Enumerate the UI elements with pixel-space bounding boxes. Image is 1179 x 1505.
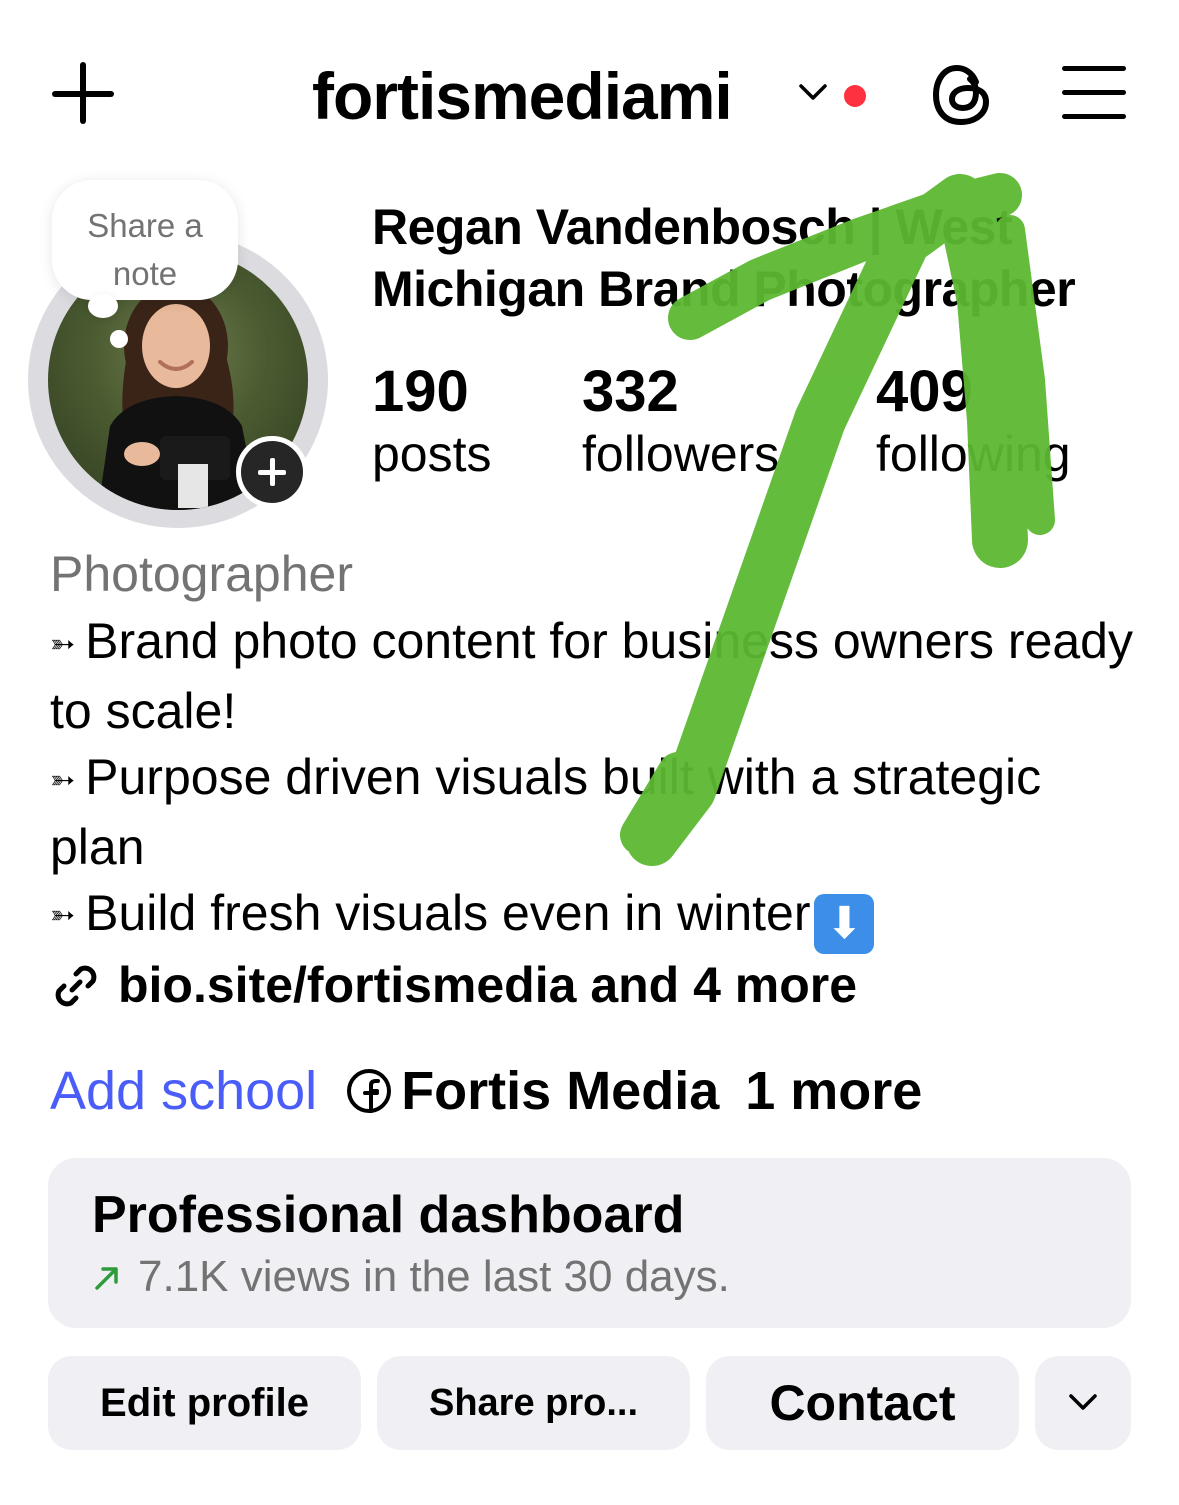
facebook-icon — [347, 1069, 392, 1113]
bio-text: ➳ Brand photo content for business owners… — [50, 608, 1140, 954]
link-icon — [55, 965, 97, 1007]
profile-full-name: Regan Vandenbosch | West Michigan Brand … — [372, 199, 1076, 317]
profile-category: Photographer — [50, 546, 354, 602]
posts-count: 190 — [372, 359, 469, 424]
followers-count: 332 — [582, 359, 679, 424]
add-school-link[interactable]: Add school — [50, 1061, 317, 1121]
share-profile-button[interactable]: Share pro... — [377, 1356, 690, 1450]
note-bubble-tail — [88, 294, 118, 318]
bio-line-text: Purpose driven visuals built with a stra… — [50, 748, 1042, 875]
bio-link[interactable]: bio.site/fortismedia and 4 more — [50, 954, 857, 1016]
bio-line: ➳ Build fresh visuals even in winter ⬇ — [50, 880, 1140, 954]
hamburger-menu-icon[interactable] — [1062, 66, 1126, 120]
share-note-label: Share a note — [87, 207, 203, 292]
dashboard-views-text: 7.1K views in the last 30 days. — [138, 1252, 730, 1301]
arrow-bullet-icon: ➳ — [50, 627, 75, 661]
arrow-bullet-icon: ➳ — [50, 899, 75, 933]
note-bubble-tail-small — [110, 330, 128, 348]
followers-label: followers — [582, 426, 780, 482]
bio-line: ➳ Purpose driven visuals built with a str… — [50, 744, 1140, 880]
threads-icon[interactable] — [930, 60, 996, 130]
trend-up-arrow-icon — [95, 1267, 118, 1290]
chevron-down-icon[interactable] — [796, 80, 830, 104]
profile-meta-row: Add school Fortis Media 1 more — [50, 1058, 922, 1124]
following-label: following — [876, 426, 1071, 482]
contact-button[interactable]: Contact — [706, 1356, 1019, 1450]
bio-link-text: bio.site/fortismedia and 4 more — [118, 957, 858, 1013]
add-story-plus-icon[interactable] — [236, 436, 308, 508]
following-count: 409 — [876, 359, 973, 424]
edit-profile-button[interactable]: Edit profile — [48, 1356, 361, 1450]
posts-label: posts — [372, 426, 492, 482]
notification-dot — [844, 85, 866, 107]
down-arrow-emoji-icon: ⬇ — [814, 893, 875, 954]
bio-line-text: Build fresh visuals even in winter — [85, 884, 811, 941]
dashboard-subtitle: 7.1K views in the last 30 days. — [92, 1250, 730, 1304]
bio-line-text: Brand photo content for business owners … — [50, 613, 1133, 739]
suggested-users-button[interactable] — [1035, 1356, 1131, 1450]
stat-posts[interactable]: 190 posts — [372, 360, 492, 484]
chevron-down-icon — [1069, 1394, 1097, 1410]
bio-line: ➳ Brand photo content for business owners… — [50, 608, 1140, 744]
username-switcher[interactable]: fortismediami — [312, 58, 733, 134]
create-plus-icon[interactable] — [52, 62, 116, 126]
dashboard-title: Professional dashboard — [92, 1186, 685, 1244]
facebook-page-link[interactable]: Fortis Media — [401, 1061, 719, 1121]
stat-followers[interactable]: 332 followers — [582, 360, 779, 484]
stat-following[interactable]: 409 following — [876, 360, 1071, 484]
share-note-bubble[interactable]: Share a note — [52, 180, 238, 300]
arrow-bullet-icon: ➳ — [50, 763, 75, 797]
more-links-button[interactable]: 1 more — [745, 1061, 922, 1121]
